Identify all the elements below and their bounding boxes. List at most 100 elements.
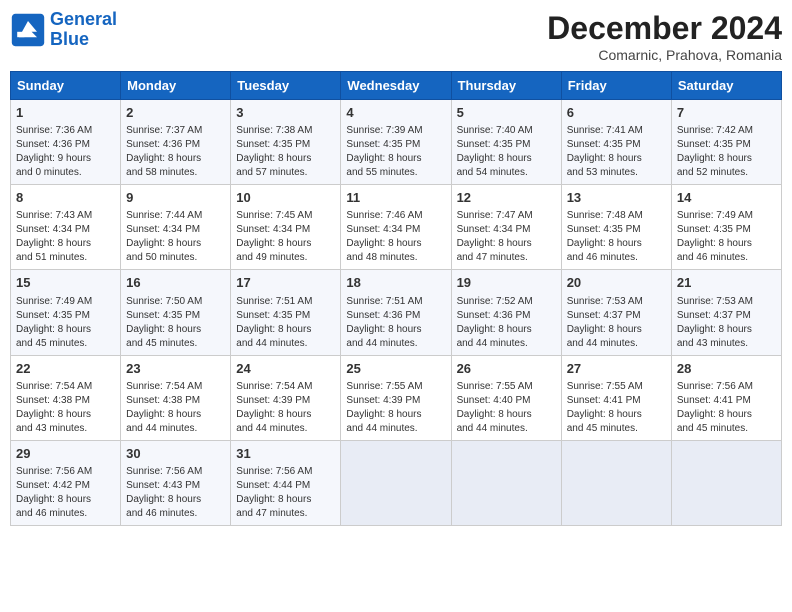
day-info: Sunrise: 7:37 AM Sunset: 4:36 PM Dayligh… bbox=[126, 124, 225, 180]
calendar-cell: 22 Sunrise: 7:54 AM Sunset: 4:38 PM Dayli… bbox=[11, 355, 121, 440]
calendar-cell: 2Sunrise: 7:37 AM Sunset: 4:36 PM Daylig… bbox=[121, 100, 231, 185]
day-info: Sunrise: 7:50 AM Sunset: 4:35 PM Dayligh… bbox=[126, 295, 225, 351]
logo-icon bbox=[10, 12, 46, 48]
day-number: 15 bbox=[16, 274, 115, 292]
day-number: 31 bbox=[236, 445, 335, 463]
calendar-table: SundayMondayTuesdayWednesdayThursdayFrid… bbox=[10, 71, 782, 526]
logo-line1: General bbox=[50, 9, 117, 29]
day-info: Sunrise: 7:44 AM Sunset: 4:34 PM Dayligh… bbox=[126, 209, 225, 265]
day-number: 16 bbox=[126, 274, 225, 292]
calendar-cell bbox=[341, 440, 451, 525]
day-info: Sunrise: 7:51 AM Sunset: 4:35 PM Dayligh… bbox=[236, 295, 335, 351]
calendar-cell: 16 Sunrise: 7:50 AM Sunset: 4:35 PM Dayli… bbox=[121, 270, 231, 355]
day-info: Sunrise: 7:48 AM Sunset: 4:35 PM Dayligh… bbox=[567, 209, 666, 265]
day-info: Sunrise: 7:56 AM Sunset: 4:42 PM Dayligh… bbox=[16, 465, 115, 521]
calendar-cell: 25 Sunrise: 7:55 AM Sunset: 4:39 PM Dayli… bbox=[341, 355, 451, 440]
day-number: 7 bbox=[677, 104, 776, 122]
calendar-header-row: SundayMondayTuesdayWednesdayThursdayFrid… bbox=[11, 72, 782, 100]
calendar-cell: 29 Sunrise: 7:56 AM Sunset: 4:42 PM Dayli… bbox=[11, 440, 121, 525]
day-number: 8 bbox=[16, 189, 115, 207]
day-number: 22 bbox=[16, 360, 115, 378]
logo: General Blue bbox=[10, 10, 117, 50]
day-number: 1 bbox=[16, 104, 115, 122]
day-info: Sunrise: 7:51 AM Sunset: 4:36 PM Dayligh… bbox=[346, 295, 445, 351]
day-info: Sunrise: 7:43 AM Sunset: 4:34 PM Dayligh… bbox=[16, 209, 115, 265]
day-info: Sunrise: 7:40 AM Sunset: 4:35 PM Dayligh… bbox=[457, 124, 556, 180]
day-number: 20 bbox=[567, 274, 666, 292]
calendar-body: 1 Sunrise: 7:36 AM Sunset: 4:36 PM Daylig… bbox=[11, 100, 782, 526]
calendar-cell: 20 Sunrise: 7:53 AM Sunset: 4:37 PM Dayli… bbox=[561, 270, 671, 355]
day-number: 17 bbox=[236, 274, 335, 292]
column-header-wednesday: Wednesday bbox=[341, 72, 451, 100]
day-number: 18 bbox=[346, 274, 445, 292]
day-number: 6 bbox=[567, 104, 666, 122]
day-info: Sunrise: 7:49 AM Sunset: 4:35 PM Dayligh… bbox=[16, 295, 115, 351]
column-header-monday: Monday bbox=[121, 72, 231, 100]
day-info: Sunrise: 7:55 AM Sunset: 4:40 PM Dayligh… bbox=[457, 380, 556, 436]
column-header-friday: Friday bbox=[561, 72, 671, 100]
day-info: Sunrise: 7:36 AM Sunset: 4:36 PM Dayligh… bbox=[16, 124, 115, 180]
calendar-cell: 5 Sunrise: 7:40 AM Sunset: 4:35 PM Daylig… bbox=[451, 100, 561, 185]
calendar-cell bbox=[561, 440, 671, 525]
day-info: Sunrise: 7:54 AM Sunset: 4:38 PM Dayligh… bbox=[16, 380, 115, 436]
day-number: 29 bbox=[16, 445, 115, 463]
calendar-cell: 8 Sunrise: 7:43 AM Sunset: 4:34 PM Daylig… bbox=[11, 185, 121, 270]
day-number: 28 bbox=[677, 360, 776, 378]
calendar-cell: 15 Sunrise: 7:49 AM Sunset: 4:35 PM Dayli… bbox=[11, 270, 121, 355]
day-number: 3 bbox=[236, 104, 335, 122]
calendar-cell: 6Sunrise: 7:41 AM Sunset: 4:35 PM Daylig… bbox=[561, 100, 671, 185]
calendar-cell bbox=[451, 440, 561, 525]
day-number: 25 bbox=[346, 360, 445, 378]
calendar-cell: 23 Sunrise: 7:54 AM Sunset: 4:38 PM Dayli… bbox=[121, 355, 231, 440]
page-header: General Blue December 2024 Comarnic, Pra… bbox=[10, 10, 782, 63]
logo-text: General Blue bbox=[50, 10, 117, 50]
column-header-thursday: Thursday bbox=[451, 72, 561, 100]
day-number: 12 bbox=[457, 189, 556, 207]
day-info: Sunrise: 7:53 AM Sunset: 4:37 PM Dayligh… bbox=[677, 295, 776, 351]
logo-line2: Blue bbox=[50, 29, 89, 49]
calendar-cell: 9 Sunrise: 7:44 AM Sunset: 4:34 PM Daylig… bbox=[121, 185, 231, 270]
calendar-cell: 30Sunrise: 7:56 AM Sunset: 4:43 PM Dayli… bbox=[121, 440, 231, 525]
column-header-saturday: Saturday bbox=[671, 72, 781, 100]
location-subtitle: Comarnic, Prahova, Romania bbox=[547, 47, 782, 63]
calendar-cell: 27Sunrise: 7:55 AM Sunset: 4:41 PM Dayli… bbox=[561, 355, 671, 440]
calendar-cell bbox=[671, 440, 781, 525]
day-number: 19 bbox=[457, 274, 556, 292]
calendar-cell: 3 Sunrise: 7:38 AM Sunset: 4:35 PM Daylig… bbox=[231, 100, 341, 185]
title-block: December 2024 Comarnic, Prahova, Romania bbox=[547, 10, 782, 63]
day-number: 24 bbox=[236, 360, 335, 378]
day-info: Sunrise: 7:52 AM Sunset: 4:36 PM Dayligh… bbox=[457, 295, 556, 351]
calendar-cell: 17 Sunrise: 7:51 AM Sunset: 4:35 PM Dayli… bbox=[231, 270, 341, 355]
day-number: 10 bbox=[236, 189, 335, 207]
day-info: Sunrise: 7:55 AM Sunset: 4:41 PM Dayligh… bbox=[567, 380, 666, 436]
day-info: Sunrise: 7:53 AM Sunset: 4:37 PM Dayligh… bbox=[567, 295, 666, 351]
day-number: 4 bbox=[346, 104, 445, 122]
day-info: Sunrise: 7:55 AM Sunset: 4:39 PM Dayligh… bbox=[346, 380, 445, 436]
day-info: Sunrise: 7:54 AM Sunset: 4:39 PM Dayligh… bbox=[236, 380, 335, 436]
day-info: Sunrise: 7:46 AM Sunset: 4:34 PM Dayligh… bbox=[346, 209, 445, 265]
calendar-cell: 26Sunrise: 7:55 AM Sunset: 4:40 PM Dayli… bbox=[451, 355, 561, 440]
day-number: 21 bbox=[677, 274, 776, 292]
calendar-cell: 21 Sunrise: 7:53 AM Sunset: 4:37 PM Dayli… bbox=[671, 270, 781, 355]
calendar-cell: 19 Sunrise: 7:52 AM Sunset: 4:36 PM Dayli… bbox=[451, 270, 561, 355]
calendar-cell: 7Sunrise: 7:42 AM Sunset: 4:35 PM Daylig… bbox=[671, 100, 781, 185]
day-number: 5 bbox=[457, 104, 556, 122]
day-info: Sunrise: 7:39 AM Sunset: 4:35 PM Dayligh… bbox=[346, 124, 445, 180]
day-number: 23 bbox=[126, 360, 225, 378]
month-title: December 2024 bbox=[547, 10, 782, 47]
day-number: 11 bbox=[346, 189, 445, 207]
column-header-sunday: Sunday bbox=[11, 72, 121, 100]
day-info: Sunrise: 7:56 AM Sunset: 4:44 PM Dayligh… bbox=[236, 465, 335, 521]
calendar-cell: 18 Sunrise: 7:51 AM Sunset: 4:36 PM Dayli… bbox=[341, 270, 451, 355]
day-number: 9 bbox=[126, 189, 225, 207]
calendar-cell: 13 Sunrise: 7:48 AM Sunset: 4:35 PM Dayli… bbox=[561, 185, 671, 270]
calendar-cell: 31 Sunrise: 7:56 AM Sunset: 4:44 PM Dayli… bbox=[231, 440, 341, 525]
calendar-cell: 4 Sunrise: 7:39 AM Sunset: 4:35 PM Daylig… bbox=[341, 100, 451, 185]
week-row-3: 15 Sunrise: 7:49 AM Sunset: 4:35 PM Dayli… bbox=[11, 270, 782, 355]
day-info: Sunrise: 7:56 AM Sunset: 4:41 PM Dayligh… bbox=[677, 380, 776, 436]
column-header-tuesday: Tuesday bbox=[231, 72, 341, 100]
calendar-cell: 12Sunrise: 7:47 AM Sunset: 4:34 PM Dayli… bbox=[451, 185, 561, 270]
day-info: Sunrise: 7:38 AM Sunset: 4:35 PM Dayligh… bbox=[236, 124, 335, 180]
day-info: Sunrise: 7:54 AM Sunset: 4:38 PM Dayligh… bbox=[126, 380, 225, 436]
day-number: 13 bbox=[567, 189, 666, 207]
